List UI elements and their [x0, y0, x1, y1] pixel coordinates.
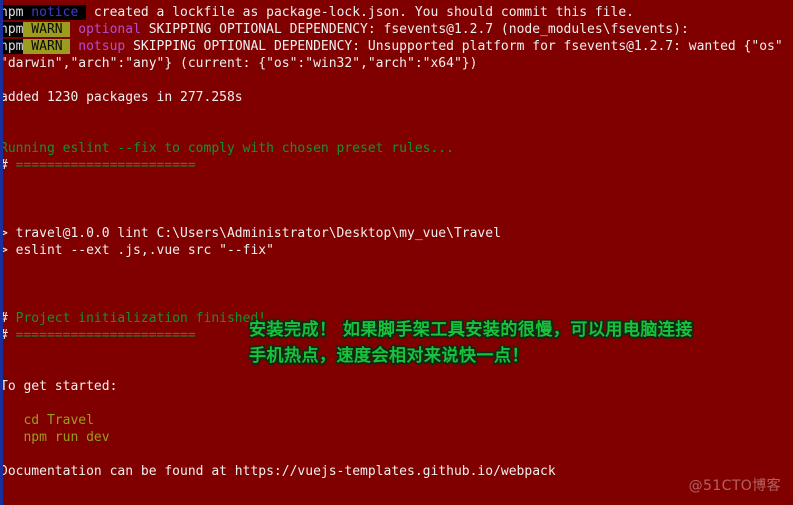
- window-left-edge-rail: [0, 0, 3, 505]
- console-segment-green: Running eslint --fix to comply with chos…: [0, 141, 454, 156]
- console-segment-plain: Documentation can be found at https://vu…: [0, 464, 556, 479]
- console-segment-plain: To get started:: [0, 379, 118, 394]
- console-line: # =======================: [0, 157, 793, 174]
- console-segment-green: =======================: [15, 328, 196, 343]
- console-output: npm notice created a lockfile as package…: [0, 4, 793, 505]
- console-segment-plain: SKIPPING OPTIONAL DEPENDENCY: fsevents@1…: [140, 22, 689, 37]
- console-line: npm WARN notsup SKIPPING OPTIONAL DEPEND…: [0, 38, 793, 55]
- console-line: "darwin","arch":"any"} (current: {"os":"…: [0, 55, 793, 72]
- console-segment-npm-prefix: npm: [0, 22, 24, 37]
- console-segment-plain: "darwin","arch":"any"} (current: {"os":"…: [0, 56, 478, 71]
- console-segment-plain: > eslint --ext .js,.vue src "--fix": [0, 243, 274, 258]
- console-line: cd Travel: [0, 412, 793, 429]
- console-segment-plain: SKIPPING OPTIONAL DEPENDENCY: Unsupporte…: [125, 39, 783, 54]
- console-segment-tag: optional: [70, 22, 141, 37]
- terminal-window: npm notice created a lockfile as package…: [0, 0, 793, 505]
- console-segment-npm-prefix: npm: [0, 5, 24, 20]
- console-segment-plain: > travel@1.0.0 lint C:\Users\Administrat…: [0, 226, 501, 241]
- console-line: npm notice created a lockfile as package…: [0, 4, 793, 21]
- console-segment-green: Project initialization finished!: [15, 311, 267, 326]
- annotation-line-1: 安装完成！ 如果脚手架工具安装的很慢，可以用电脑连接: [249, 320, 693, 340]
- console-segment-green: =======================: [15, 158, 196, 173]
- console-segment-warn-badge: WARN: [23, 22, 71, 37]
- console-segment-olive: npm run dev: [0, 430, 110, 445]
- console-line: added 1230 packages in 277.258s: [0, 89, 793, 106]
- console-line: > travel@1.0.0 lint C:\Users\Administrat…: [0, 225, 793, 242]
- console-line: Documentation can be found at https://vu…: [0, 463, 793, 480]
- console-line: To get started:: [0, 378, 793, 395]
- console-line: > eslint --ext .js,.vue src "--fix": [0, 242, 793, 259]
- console-segment-notice-badge: notice: [23, 5, 87, 20]
- console-line: Running eslint --fix to comply with chos…: [0, 140, 793, 157]
- console-segment-warn-badge: WARN: [23, 39, 71, 54]
- console-segment-npm-prefix: npm: [0, 39, 24, 54]
- console-segment-tag: notsup: [70, 39, 126, 54]
- console-segment-plain: added 1230 packages in 277.258s: [0, 90, 243, 105]
- console-line: npm WARN optional SKIPPING OPTIONAL DEPE…: [0, 21, 793, 38]
- console-segment-plain: created a lockfile as package-lock.json.…: [86, 5, 634, 20]
- console-segment-olive: cd Travel: [0, 413, 94, 428]
- annotation-line-2: 手机热点，速度会相对来说快一点！: [249, 346, 529, 366]
- watermark: @51CTO博客: [688, 478, 781, 494]
- console-line: npm run dev: [0, 429, 793, 446]
